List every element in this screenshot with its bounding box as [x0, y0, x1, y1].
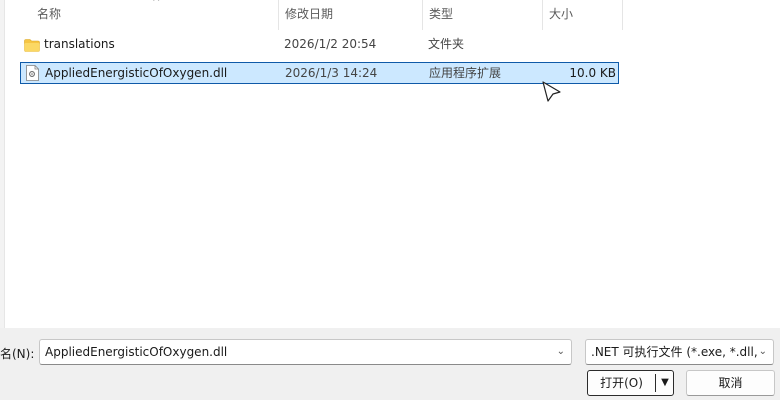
- filename-input[interactable]: AppliedEnergisticOfOxygen.dll ⌄: [39, 339, 572, 365]
- column-header: 名称 ^ 修改日期 类型 大小: [4, 0, 780, 30]
- file-type-value: .NET 可执行文件 (*.exe, *.dll,: [591, 345, 758, 359]
- open-button[interactable]: 打开(O) ▼: [587, 370, 674, 396]
- column-divider[interactable]: [278, 0, 279, 30]
- file-row-translations[interactable]: translations 2026/1/2 20:54 文件夹: [20, 34, 619, 56]
- column-header-size[interactable]: 大小: [549, 0, 573, 30]
- folder-icon: [24, 38, 40, 52]
- file-name: AppliedEnergisticOfOxygen.dll: [45, 66, 228, 80]
- column-divider[interactable]: [622, 0, 623, 30]
- chevron-down-icon[interactable]: ⌄: [557, 340, 565, 364]
- file-modified-date: 2026/1/2 20:54: [284, 37, 377, 51]
- column-divider[interactable]: [422, 0, 423, 30]
- split-divider: [655, 374, 656, 392]
- file-type: 应用程序扩展: [429, 66, 502, 80]
- file-type: 文件夹: [428, 37, 465, 51]
- column-header-modified[interactable]: 修改日期: [285, 0, 333, 30]
- navigation-pane-edge: [0, 0, 5, 328]
- dialog-footer: 名(N): AppliedEnergisticOfOxygen.dll ⌄ .N…: [0, 328, 780, 400]
- file-size: 10.0 KB: [569, 66, 616, 80]
- column-header-name[interactable]: 名称: [37, 0, 61, 30]
- filename-label: 名(N):: [0, 347, 35, 361]
- file-name: translations: [44, 37, 115, 51]
- column-divider[interactable]: [542, 0, 543, 30]
- mouse-cursor-icon: [540, 80, 564, 104]
- file-modified-date: 2026/1/3 14:24: [285, 66, 378, 80]
- sort-ascending-icon: ^: [152, 0, 161, 8]
- cancel-button[interactable]: 取消: [686, 370, 775, 396]
- chevron-down-icon[interactable]: ⌄: [759, 340, 767, 364]
- filename-value: AppliedEnergisticOfOxygen.dll: [45, 345, 228, 359]
- file-type-select[interactable]: .NET 可执行文件 (*.exe, *.dll, ⌄: [585, 339, 774, 365]
- column-header-type[interactable]: 类型: [429, 0, 453, 30]
- dropdown-arrow-icon[interactable]: ▼: [658, 372, 672, 394]
- file-row-dll[interactable]: AppliedEnergisticOfOxygen.dll 2026/1/3 1…: [20, 62, 619, 84]
- open-button-label: 打开(O): [600, 376, 643, 390]
- dll-file-icon: [26, 65, 39, 81]
